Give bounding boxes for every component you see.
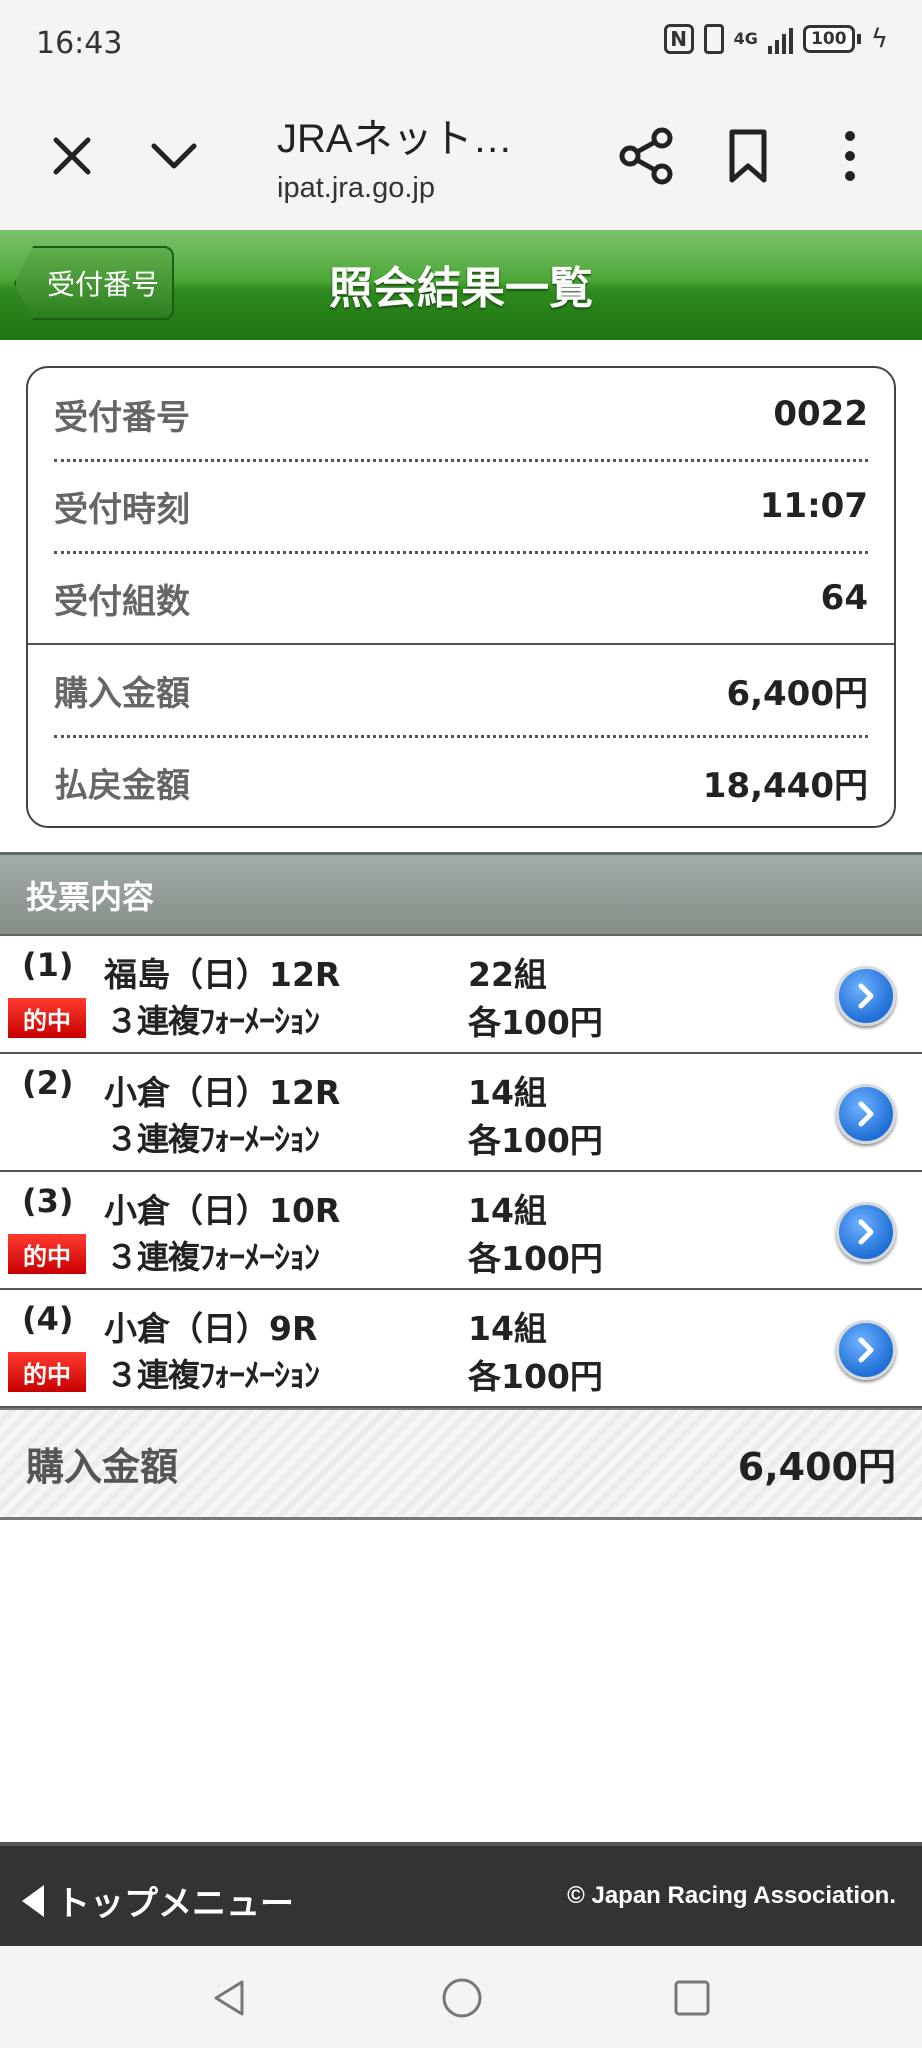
page-header: 受付番号 照会結果一覧 <box>0 230 922 340</box>
detail-arrow-icon[interactable] <box>836 1320 896 1380</box>
status-icons: N 4G 100 ϟ <box>663 24 888 54</box>
nav-back-icon[interactable] <box>208 1976 252 2020</box>
detail-arrow-icon[interactable] <box>836 1202 896 1262</box>
detail-arrow-icon[interactable] <box>836 966 896 1026</box>
bet-row[interactable]: (4) 小倉（日）9R 14組 的中 ３連複ﾌｫｰﾒｰｼｮﾝ 各100円 <box>0 1290 922 1408</box>
total-purchase-row: 購入金額 6,400円 <box>0 1408 922 1520</box>
total-label: 購入金額 <box>26 1445 179 1489</box>
more-options-icon[interactable] <box>830 126 870 186</box>
hit-badge: 的中 <box>8 998 86 1038</box>
bet-set-count: 22組 <box>468 955 547 994</box>
close-icon[interactable] <box>46 130 98 182</box>
bet-number: (2) <box>22 1064 74 1102</box>
network-type: 4G <box>733 29 758 48</box>
receipt-number-value: 0022 <box>773 394 868 434</box>
page-title-text: JRAネット… <box>277 117 513 161</box>
bet-amount: 各100円 <box>468 1357 603 1396</box>
bet-type: ３連複ﾌｫｰﾒｰｼｮﾝ <box>106 1002 320 1040</box>
bet-type: ３連複ﾌｫｰﾒｰｼｮﾝ <box>106 1238 320 1276</box>
hit-badge: 的中 <box>8 1234 86 1274</box>
summary-card: 受付番号 0022 受付時刻 11:07 受付組数 64 購入金額 6,400円… <box>26 366 896 828</box>
purchase-amount-row: 購入金額 6,400円 <box>54 644 868 736</box>
bet-set-count: 14組 <box>468 1191 547 1230</box>
payout-amount-row: 払戻金額 18,440円 <box>54 736 868 828</box>
bet-race: 福島（日）12R <box>104 955 341 994</box>
bet-race: 小倉（日）9R <box>104 1309 318 1348</box>
section-header: 投票内容 <box>0 852 922 936</box>
bet-amount: 各100円 <box>468 1239 603 1278</box>
nav-home-icon[interactable] <box>440 1976 484 2020</box>
triangle-left-icon <box>22 1884 44 1917</box>
bet-row[interactable]: (2) 小倉（日）12R 14組 ３連複ﾌｫｰﾒｰｼｮﾝ 各100円 <box>0 1054 922 1172</box>
battery-level: 100 <box>802 25 855 53</box>
bet-number: (1) <box>22 946 74 984</box>
set-count-value: 64 <box>820 578 868 618</box>
set-count-row: 受付組数 64 <box>54 552 868 644</box>
footer: トップメニュー © Japan Racing Association. <box>0 1842 922 1946</box>
share-icon[interactable] <box>618 126 674 186</box>
top-menu-label: トップメニュー <box>56 1884 294 1924</box>
battery-icon: 100 <box>802 25 861 53</box>
bet-number: (4) <box>22 1300 74 1338</box>
receipt-number-row: 受付番号 0022 <box>54 368 868 460</box>
system-nav-bar <box>0 1946 922 2048</box>
bet-race: 小倉（日）12R <box>104 1073 341 1112</box>
payout-amount-label: 払戻金額 <box>54 765 190 806</box>
bet-set-count: 14組 <box>468 1309 547 1348</box>
receipt-time-row: 受付時刻 11:07 <box>54 460 868 552</box>
set-count-label: 受付組数 <box>54 581 190 622</box>
nav-recent-apps-icon[interactable] <box>672 1978 712 2018</box>
top-menu-link[interactable]: トップメニュー <box>22 1876 294 1925</box>
bet-amount: 各100円 <box>468 1003 603 1042</box>
bet-race: 小倉（日）10R <box>104 1191 341 1230</box>
copyright: © Japan Racing Association. <box>567 1882 896 1909</box>
bet-type: ３連複ﾌｫｰﾒｰｼｮﾝ <box>106 1356 320 1394</box>
charging-icon: ϟ <box>870 24 888 54</box>
receipt-time-label: 受付時刻 <box>54 489 190 530</box>
bet-number: (3) <box>22 1182 74 1220</box>
status-bar: 16:43 N 4G 100 ϟ <box>0 0 922 86</box>
status-time: 16:43 <box>36 26 123 61</box>
bet-set-count: 14組 <box>468 1073 547 1112</box>
payout-amount-value: 18,440円 <box>702 765 868 806</box>
bet-row[interactable]: (1) 福島（日）12R 22組 的中 ３連複ﾌｫｰﾒｰｼｮﾝ 各100円 <box>0 936 922 1054</box>
receipt-number-label: 受付番号 <box>54 397 190 438</box>
hit-badge: 的中 <box>8 1352 86 1392</box>
nfc-icon: N <box>663 24 694 54</box>
detail-arrow-icon[interactable] <box>836 1084 896 1144</box>
purchase-amount-value: 6,400円 <box>726 673 868 714</box>
total-amount: 6,400円 <box>737 1445 896 1489</box>
browser-toolbar: JRAネット… ipat.jra.go.jp <box>0 86 922 230</box>
signal-icon <box>767 24 793 54</box>
vibrate-icon <box>703 24 724 54</box>
bet-row[interactable]: (3) 小倉（日）10R 14組 的中 ３連複ﾌｫｰﾒｰｼｮﾝ 各100円 <box>0 1172 922 1290</box>
bet-type: ３連複ﾌｫｰﾒｰｼｮﾝ <box>106 1120 320 1158</box>
bet-amount: 各100円 <box>468 1121 603 1160</box>
page-title: 照会結果一覧 <box>329 263 593 314</box>
receipt-time-value: 11:07 <box>759 486 868 526</box>
url-text[interactable]: ipat.jra.go.jp <box>277 172 435 205</box>
chevron-down-icon[interactable] <box>148 130 200 182</box>
purchase-amount-label: 購入金額 <box>54 673 190 714</box>
bookmark-icon[interactable] <box>722 128 774 184</box>
